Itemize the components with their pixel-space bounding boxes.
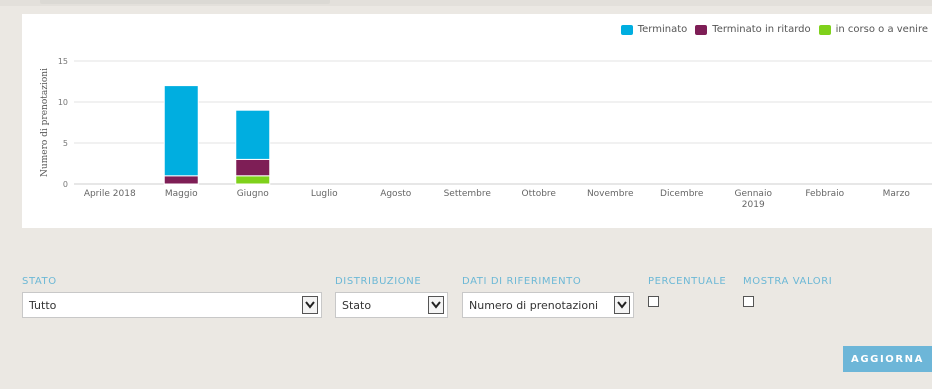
bar-segment <box>235 158 271 177</box>
y-axis-title: Numero di prenotazioni <box>40 68 50 177</box>
header-fragment <box>40 0 330 4</box>
y-tick-label: 10 <box>58 98 68 107</box>
x-tick-label: Marzo <box>883 189 911 199</box>
x-tick-label: Luglio <box>311 189 338 199</box>
percentuale-checkbox[interactable] <box>648 296 659 307</box>
x-tick-label: Agosto <box>380 189 412 199</box>
bar-segment <box>163 85 199 177</box>
y-tick-label: 5 <box>63 139 68 148</box>
legend-swatch <box>695 24 708 35</box>
legend-label: Terminato in ritardo <box>712 24 811 35</box>
x-tick-label: 2019 <box>742 200 765 210</box>
y-tick-label: 0 <box>63 180 68 189</box>
x-tick-label: Febbraio <box>805 189 844 199</box>
stato-value: Tutto <box>29 299 57 312</box>
percentuale-label: PERCENTUALE <box>648 276 727 287</box>
top-strip <box>0 0 932 6</box>
distribuzione-label: DISTRIBUZIONE <box>335 276 422 287</box>
legend-item-in-corso[interactable]: in corso o a venire <box>818 24 928 35</box>
distribuzione-value: Stato <box>342 299 372 312</box>
chart-card: 0 5 10 15 Numero di prenotazioni Aprile 2018 M… <box>22 14 932 228</box>
distribuzione-select[interactable]: Stato <box>335 292 448 318</box>
bar-segment <box>235 175 271 185</box>
stato-select[interactable]: Tutto <box>22 292 322 318</box>
chevron-down-icon[interactable] <box>428 296 444 314</box>
legend-swatch <box>818 24 831 35</box>
dati-value: Numero di prenotazioni <box>469 299 599 312</box>
chevron-down-icon[interactable] <box>302 296 318 314</box>
x-tick-label: Settembre <box>444 189 492 199</box>
dati-select[interactable]: Numero di prenotazioni <box>462 292 634 318</box>
x-tick-label: Aprile 2018 <box>84 189 136 199</box>
x-tick-label: Dicembre <box>660 189 704 199</box>
legend-item-terminato[interactable]: Terminato <box>620 24 688 35</box>
dati-label: DATI DI RIFERIMENTO <box>462 276 582 287</box>
legend-item-terminato-in-ritardo[interactable]: Terminato in ritardo <box>695 24 811 35</box>
chart-legend: Terminato Terminato in ritardo in corso … <box>620 24 928 35</box>
legend-label: in corso o a venire <box>835 24 928 35</box>
y-tick-label: 15 <box>58 57 68 66</box>
chevron-down-icon[interactable] <box>614 296 630 314</box>
bar-chart: 0 5 10 15 Numero di prenotazioni Aprile 2018 M… <box>40 57 932 210</box>
x-tick-label: Novembre <box>587 189 634 199</box>
stato-label: STATO <box>22 276 57 287</box>
x-tick-label: Ottobre <box>522 189 557 199</box>
x-tick-label: Maggio <box>165 189 198 199</box>
mostra-valori-checkbox[interactable] <box>743 296 754 307</box>
legend-swatch <box>620 24 633 35</box>
x-tick-label: Giugno <box>237 189 270 199</box>
bar-segment <box>163 175 199 185</box>
bar-segment <box>235 109 271 160</box>
legend-label: Terminato <box>637 24 688 35</box>
mostra-valori-label: MOSTRA VALORI <box>743 276 833 287</box>
x-tick-label: Gennaio <box>735 189 773 199</box>
aggiorna-button[interactable]: AGGIORNA <box>843 346 932 372</box>
